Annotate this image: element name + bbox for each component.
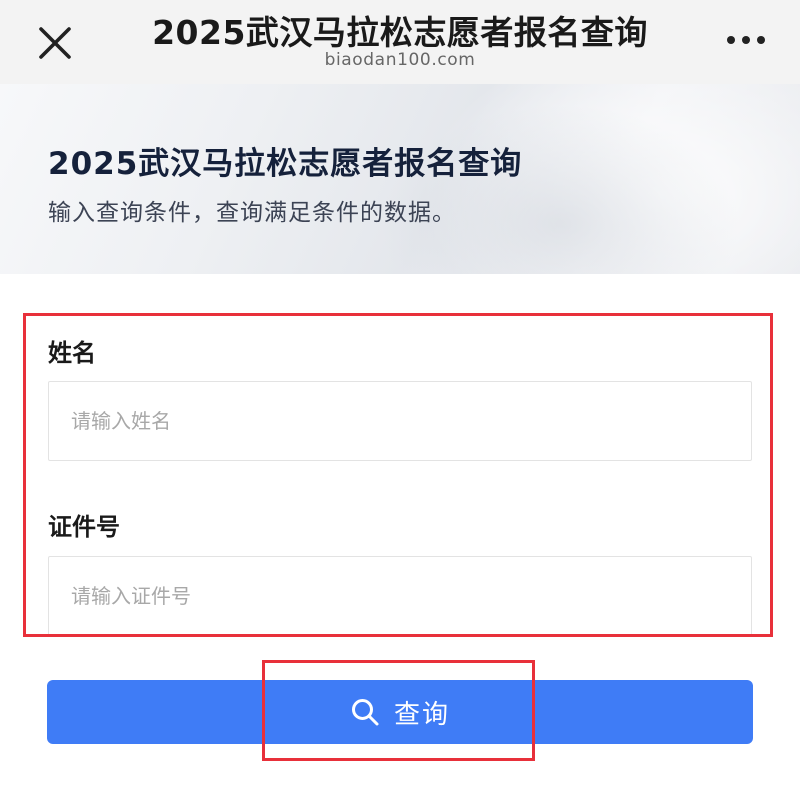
form-description: 输入查询条件，查询满足条件的数据。 [48, 200, 456, 226]
name-label: 姓名 [48, 339, 96, 367]
query-button-label: 查询 [393, 699, 450, 730]
query-button[interactable]: 查询 [47, 680, 753, 744]
id-number-input[interactable] [48, 556, 752, 636]
form-title: 2025武汉马拉松志愿者报名查询 [48, 146, 523, 182]
nav-subtitle: biaodan100.com [324, 50, 476, 70]
id-number-label: 证件号 [48, 513, 120, 541]
nav-bar: 2025武汉马拉松志愿者报名查询 biaodan100.com [0, 0, 800, 84]
nav-title: 2025武汉马拉松志愿者报名查询 [152, 13, 648, 52]
name-input[interactable] [48, 381, 752, 461]
header-banner: 2025武汉马拉松志愿者报名查询 输入查询条件，查询满足条件的数据。 [0, 84, 800, 274]
more-icon[interactable] [724, 28, 768, 52]
search-icon [350, 697, 380, 727]
